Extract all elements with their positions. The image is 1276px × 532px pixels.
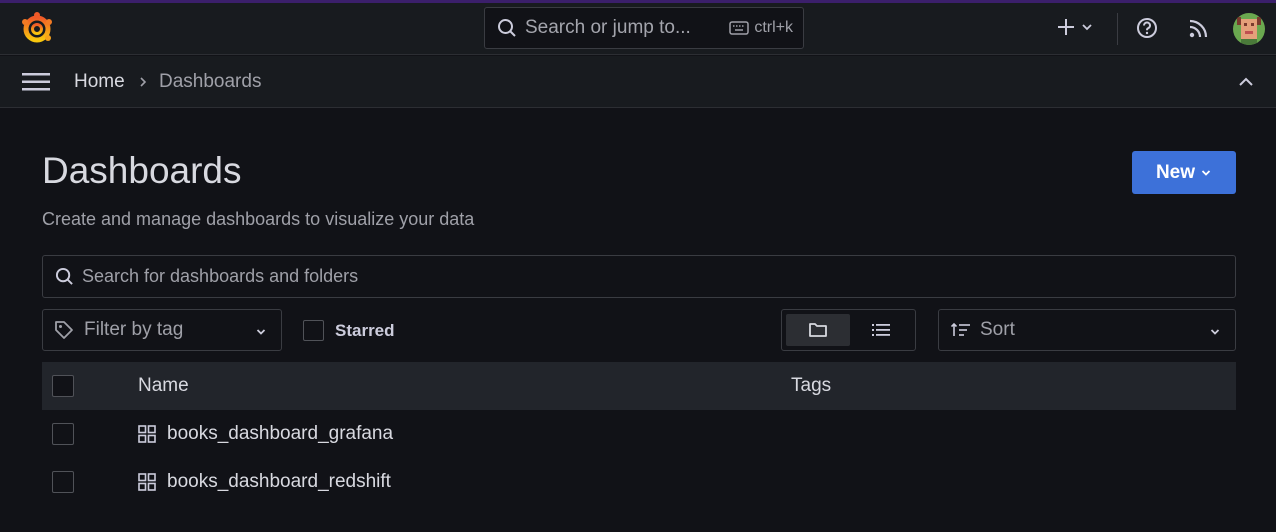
dashboard-icon <box>138 425 156 443</box>
folder-icon <box>809 323 827 337</box>
collapse-button[interactable] <box>1237 75 1255 94</box>
select-all-checkbox[interactable] <box>52 375 74 397</box>
sort-placeholder: Sort <box>980 319 1015 340</box>
news-feed-button[interactable] <box>1188 18 1209 44</box>
dashboard-search-placeholder: Search for dashboards and folders <box>82 266 359 286</box>
chevron-down-icon <box>1210 329 1220 335</box>
add-menu-button[interactable] <box>1056 17 1094 37</box>
grafana-logo-icon[interactable] <box>20 11 54 45</box>
view-toggle <box>781 309 916 351</box>
sort-icon <box>951 322 970 336</box>
dashboard-name-link[interactable]: books_dashboard_redshift <box>167 471 391 493</box>
tag-icon <box>55 321 73 339</box>
dashboard-icon <box>138 473 156 491</box>
list-icon <box>872 324 890 336</box>
shortcut-hint: ctrl+k <box>729 19 793 37</box>
column-header-name[interactable]: Name <box>138 375 189 397</box>
dashboard-search-input[interactable]: Search for dashboards and folders <box>42 255 1236 298</box>
list-view-button[interactable] <box>850 314 912 346</box>
row-checkbox[interactable] <box>52 471 74 493</box>
chevron-up-icon <box>1239 77 1253 86</box>
column-header-tags: Tags <box>791 375 832 396</box>
page-title: Dashboards <box>42 150 242 191</box>
table-header: Name Tags <box>42 362 1236 410</box>
search-icon <box>55 267 73 285</box>
breadcrumb-bar: Home Dashboards <box>0 56 1276 108</box>
tag-filter-select[interactable]: Filter by tag <box>42 309 282 351</box>
table-row[interactable]: books_dashboard_redshift <box>42 458 1236 506</box>
topbar-divider <box>1117 13 1118 45</box>
plus-icon <box>1058 19 1074 35</box>
search-icon <box>498 19 516 37</box>
top-bar: Search or jump to... ctrl+k <box>0 3 1276 55</box>
global-search-input[interactable]: Search or jump to... ctrl+k <box>484 7 804 49</box>
chevron-down-icon <box>1082 24 1092 31</box>
new-button[interactable]: New <box>1132 151 1236 194</box>
keyboard-icon <box>729 21 750 35</box>
tag-filter-placeholder: Filter by tag <box>84 319 184 340</box>
starred-checkbox[interactable] <box>303 320 324 341</box>
new-button-label: New <box>1155 161 1196 183</box>
rss-icon <box>1189 19 1208 38</box>
breadcrumb-current: Dashboards <box>159 71 262 92</box>
hamburger-icon <box>22 73 50 91</box>
shortcut-label: ctrl+k <box>754 19 793 36</box>
help-button[interactable] <box>1136 17 1158 44</box>
chevron-right-icon <box>138 75 148 94</box>
table-row[interactable]: books_dashboard_grafana <box>42 410 1236 458</box>
chevron-down-icon <box>1201 169 1211 176</box>
global-search-placeholder: Search or jump to... <box>525 17 691 38</box>
page-subtitle: Create and manage dashboards to visualiz… <box>42 209 475 229</box>
breadcrumb-home-link[interactable]: Home <box>74 71 125 93</box>
folder-view-button[interactable] <box>786 314 850 346</box>
starred-label[interactable]: Starred <box>335 321 395 341</box>
menu-toggle-button[interactable] <box>22 72 50 97</box>
row-checkbox[interactable] <box>52 423 74 445</box>
dashboard-name-link[interactable]: books_dashboard_grafana <box>167 423 393 445</box>
help-icon <box>1137 18 1157 38</box>
chevron-down-icon <box>256 329 266 335</box>
sort-select[interactable]: Sort <box>938 309 1236 351</box>
user-avatar[interactable] <box>1233 13 1265 45</box>
